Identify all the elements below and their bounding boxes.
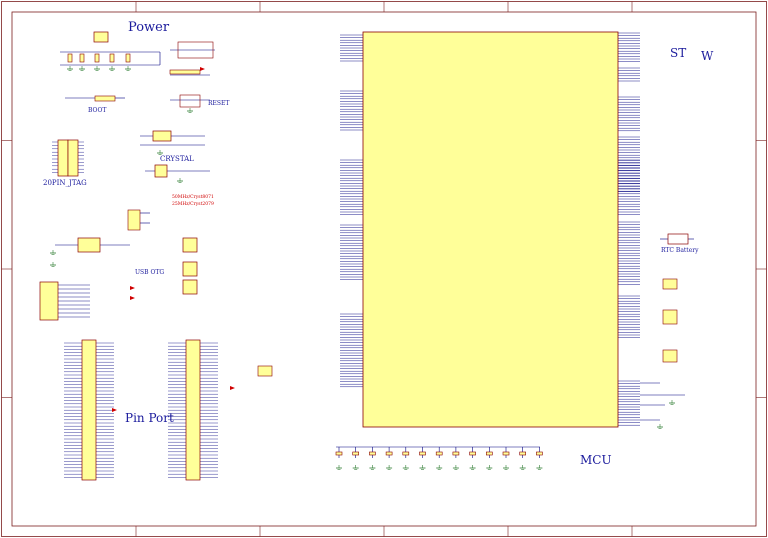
aux-header (257, 365, 273, 377)
crystal-note-50mhz: 50MHz/Cryst8071 (172, 195, 214, 200)
crystal-y2 (154, 164, 168, 178)
pin-header-right (185, 339, 201, 481)
usb-led-3 (182, 279, 198, 295)
schematic-sheet (1, 1, 767, 537)
decoupling-cap (369, 451, 376, 456)
regulator-u1 (93, 31, 109, 43)
reset-section-label: RESET (208, 100, 230, 107)
net-arrow-icon (112, 408, 117, 412)
power-jack (169, 69, 201, 75)
usb-esd-array (127, 209, 141, 231)
decoupling-cap (419, 451, 426, 456)
ground-symbol-icon (669, 400, 675, 405)
usb-led-2 (182, 261, 198, 277)
power-section-label: Power (128, 20, 170, 35)
jtag-connector-right (67, 139, 79, 177)
boot-switch (94, 95, 116, 102)
decoupling-cap (435, 451, 443, 456)
power-cap (79, 53, 85, 63)
ground-symbol-icon (519, 465, 526, 470)
net-arrow-icon (200, 67, 205, 71)
decoupling-cap (385, 451, 393, 456)
ground-symbol-icon (125, 66, 131, 71)
mcu-body (362, 31, 619, 428)
ground-symbol-icon (67, 66, 73, 71)
ground-symbol-icon (503, 465, 509, 470)
power-cap (125, 53, 131, 63)
rtc-battery (667, 233, 689, 245)
usb-connector (39, 281, 59, 321)
power-cap (94, 53, 100, 63)
mcu-section-label: MCU (580, 453, 612, 467)
crystal-note-25mhz: 25MHz/Cryst2079 (172, 202, 214, 207)
usb-power-switch (77, 237, 101, 253)
crystal-y1 (152, 130, 172, 142)
usb-otg-section-label: USB OTG (135, 269, 165, 276)
net-arrow-icon (130, 286, 135, 290)
pin-header-left (81, 339, 97, 481)
jtag-section-label: 20PIN_JTAG (43, 179, 87, 187)
ground-symbol-icon (536, 465, 543, 470)
decoupling-cap (502, 451, 510, 456)
decoupling-cap (485, 451, 493, 456)
ground-symbol-icon (50, 250, 56, 255)
decoupling-cap (352, 451, 360, 456)
ground-symbol-icon (79, 66, 85, 71)
ground-symbol-icon (369, 465, 376, 470)
ground-symbol-icon (386, 465, 393, 470)
ground-symbol-icon (469, 465, 476, 470)
ground-symbol-icon (50, 262, 56, 267)
ground-symbol-icon (336, 465, 342, 470)
boot-section-label: BOOT (88, 107, 107, 114)
usb-led-1 (182, 237, 198, 253)
ground-symbol-icon (486, 465, 493, 470)
decoupling-cap (519, 451, 527, 456)
ground-symbol-icon (187, 108, 193, 113)
ground-symbol-icon (177, 178, 183, 183)
ground-symbol-icon (436, 465, 443, 470)
net-arrow-icon (130, 296, 135, 300)
ground-symbol-icon (352, 465, 359, 470)
rtc-battery-label: RTC Battery (661, 247, 699, 254)
decoupling-cap (536, 451, 543, 456)
title-w: W (701, 49, 714, 63)
power-cap (109, 53, 115, 63)
net-arrow-icon (230, 386, 235, 390)
ground-symbol-icon (402, 465, 409, 470)
power-cap (67, 53, 73, 63)
decoupling-cap (402, 451, 410, 456)
ground-symbol-icon (94, 66, 100, 71)
rtc-part-3 (662, 349, 678, 363)
rtc-crystal (662, 278, 678, 290)
jtag-connector-left (57, 139, 69, 177)
crystal-section-label: CRYSTAL (160, 155, 194, 163)
decoupling-cap (335, 451, 343, 456)
ground-symbol-icon (109, 66, 115, 71)
reset-button (179, 94, 201, 108)
decoupling-cap (469, 451, 476, 456)
ground-symbol-icon (452, 465, 459, 470)
ground-symbol-icon (657, 424, 663, 429)
ground-symbol-icon (419, 465, 426, 470)
rtc-part-2 (662, 309, 678, 325)
decoupling-cap (452, 451, 460, 456)
ground-symbol-icon (157, 150, 163, 155)
title-st: ST (670, 46, 687, 60)
pin-port-section-label: Pin Port (125, 411, 174, 425)
